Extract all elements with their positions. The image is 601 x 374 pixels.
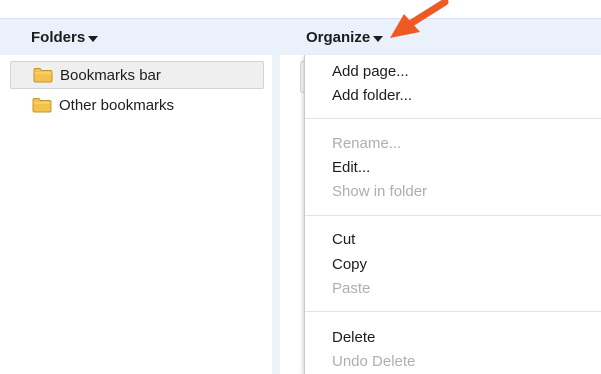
menu-item-paste: Paste [332, 280, 371, 297]
folders-menu-button[interactable]: Folders [31, 19, 99, 56]
menu-item-delete[interactable]: Delete [332, 329, 375, 347]
folders-menu-label: Folders [31, 29, 86, 46]
menu-item-add-folder[interactable]: Add folder... [332, 87, 412, 105]
window-top-strip [0, 0, 601, 18]
menu-item-undo-delete: Undo Delete [332, 353, 416, 370]
tree-item-other-bookmarks[interactable]: Other bookmarks [10, 91, 264, 119]
menu-separator [305, 311, 601, 312]
menu-item-rename: Rename... [332, 135, 402, 152]
organize-dropdown-menu: Add page... Add folder... Rename... Edit… [304, 55, 601, 374]
menu-item-cut[interactable]: Cut [332, 231, 355, 249]
organize-menu-label: Organize [306, 29, 371, 46]
menu-item-add-page[interactable]: Add page... [332, 63, 409, 81]
tree-item-label: Other bookmarks [59, 96, 175, 114]
toolbar: Folders Organize [0, 18, 601, 55]
menu-item-edit[interactable]: Edit... [332, 159, 370, 177]
caret-down-icon [373, 35, 384, 42]
menu-item-show-in-folder: Show in folder [332, 183, 428, 200]
menu-separator [305, 215, 601, 216]
menu-item-copy[interactable]: Copy [332, 256, 367, 274]
folder-icon [33, 68, 53, 83]
tree-item-label: Bookmarks bar [60, 66, 161, 84]
tree-item-bookmarks-bar[interactable]: Bookmarks bar [10, 61, 264, 89]
pane-splitter[interactable] [272, 55, 280, 374]
folder-icon [32, 98, 52, 113]
caret-down-icon [88, 35, 99, 42]
menu-separator [305, 118, 601, 119]
organize-menu-button[interactable]: Organize [306, 19, 384, 56]
